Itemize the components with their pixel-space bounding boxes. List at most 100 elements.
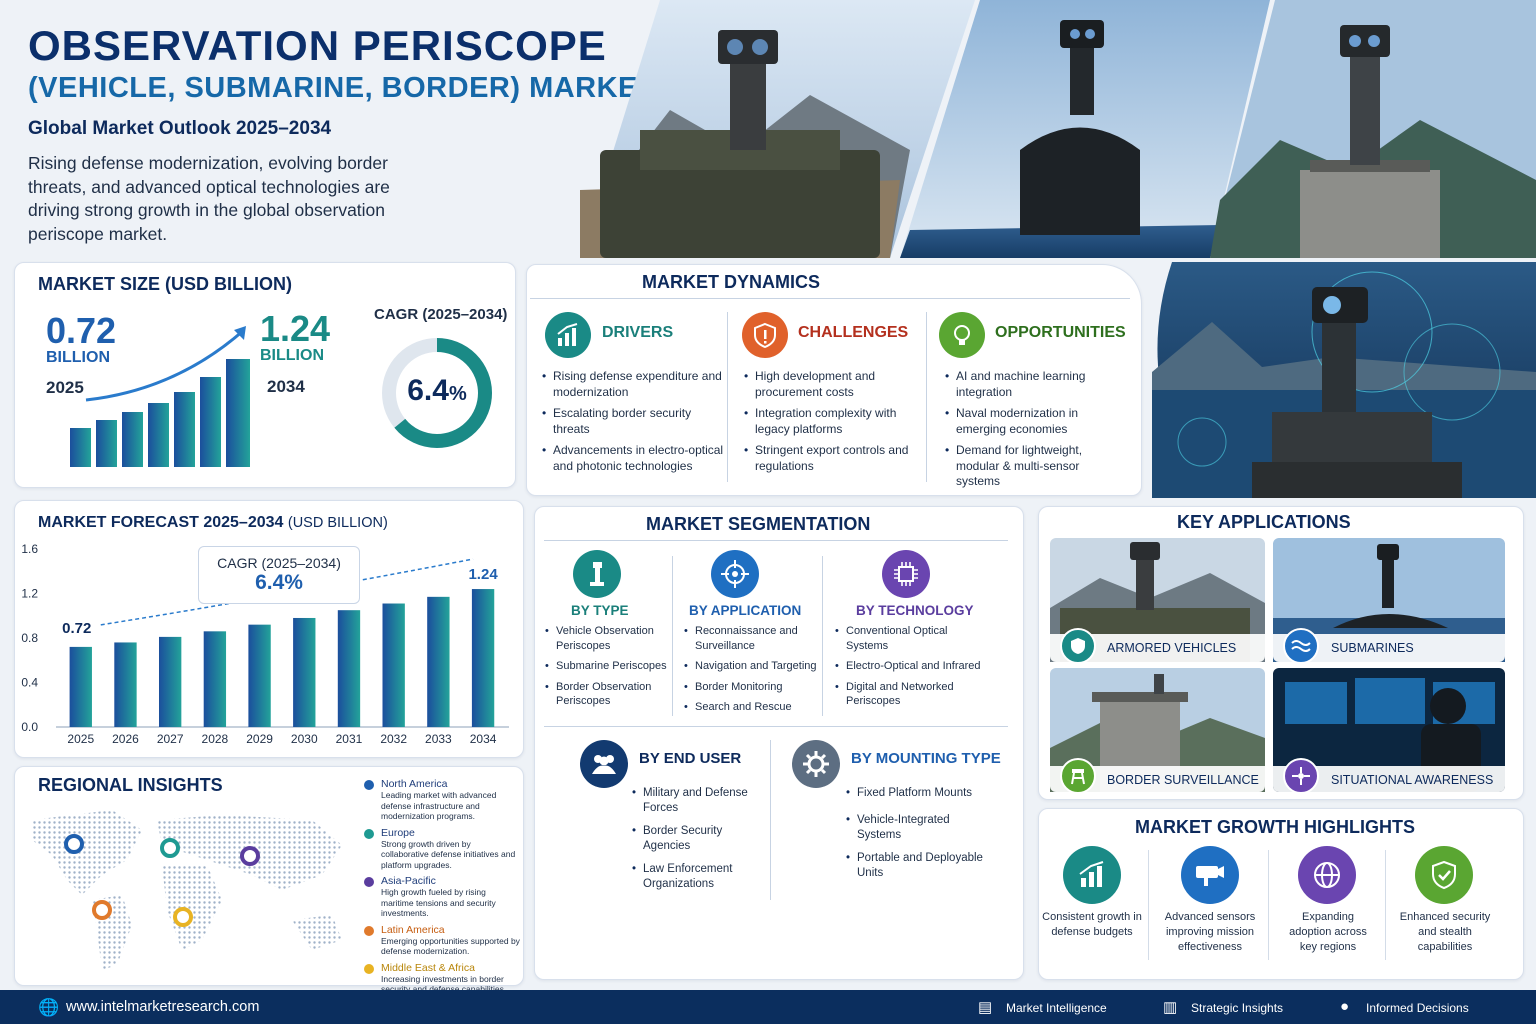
region-desc: Strong growth driven by collaborative de… [381, 838, 516, 870]
region-dot [364, 925, 374, 936]
list-item: Military and Defense Forces [630, 786, 765, 816]
list-item: Electro-Optical and Infrared [833, 659, 983, 674]
chart-bar [114, 642, 137, 727]
callout-label: CAGR (2025–2034) [217, 555, 341, 571]
end-value: 1.24 [260, 308, 331, 349]
highlight-text: Advanced sensors improving mission effec… [1164, 911, 1256, 953]
security-shield-icon [1415, 846, 1473, 904]
list-item: Border Security Agencies [630, 824, 765, 854]
applications-title: KEY APPLICATIONS [1177, 512, 1351, 532]
x-tick-label: 2030 [291, 732, 318, 746]
x-tick-label: 2032 [380, 732, 407, 746]
highlight-text: Consistent growth in defense budgets [1042, 911, 1142, 938]
regional-title: REGIONAL INSIGHTS [38, 775, 223, 795]
x-tick-label: 2027 [157, 732, 184, 746]
list-item: Vehicle-Integrated Systems [844, 813, 994, 843]
list-item: Advancements in electro-optical and phot… [540, 443, 725, 474]
highlight-text: Expanding adoption across key regions [1289, 911, 1367, 953]
by-end-user-title: BY END USER [639, 750, 742, 767]
tank-shield-icon [1060, 628, 1096, 664]
network-icon [1283, 758, 1319, 794]
by-type-list: Vehicle Observation Periscopes Submarine… [543, 624, 669, 715]
x-tick-label: 2031 [336, 732, 363, 746]
region-legend: North America Leading market with advance… [364, 778, 520, 1000]
footer-bar: 🌐 www.intelmarketresearch.com ▤ Market I… [0, 990, 1536, 1024]
chart-bar [69, 646, 92, 727]
list-item: Law Enforcement Organizations [630, 862, 765, 892]
region-dot [364, 828, 374, 839]
highlights-title: MARKET GROWTH HIGHLIGHTS [1135, 817, 1415, 837]
region-desc: Emerging opportunities supported by defe… [381, 935, 520, 957]
crosshair-icon [711, 550, 759, 598]
forecast-title-main: MARKET FORECAST 2025–2034 [38, 514, 284, 531]
region-markers [64, 834, 260, 927]
challenges-list: High development and procurement costs I… [742, 369, 917, 480]
list-item: Navigation and Targeting [682, 659, 822, 674]
region-desc: Leading market with advanced defense inf… [381, 790, 497, 821]
gear-icon [792, 740, 840, 788]
region-item: Latin America Emerging opportunities supp… [364, 924, 520, 957]
opportunities-list: AI and machine learning integration Nava… [943, 369, 1123, 496]
users-icon [580, 740, 628, 788]
region-dot [364, 877, 374, 887]
list-item: AI and machine learning integration [943, 369, 1123, 400]
intro-paragraph: Rising defense modernization, evolving b… [28, 153, 390, 244]
list-item: Escalating border security threats [540, 406, 725, 437]
y-tick-label: 1.2 [21, 587, 38, 601]
cagr-label: CAGR (2025–2034) [374, 306, 508, 323]
region-name: Asia-Pacific [381, 875, 436, 887]
periscope-hud-photo [1152, 262, 1536, 498]
cagr-value-wrap: 6.4% [380, 374, 494, 408]
chip-icon [882, 550, 930, 598]
chart-bar [471, 589, 495, 727]
camera-sensor-icon [1181, 846, 1239, 904]
by-end-user-list: Military and Defense Forces Border Secur… [630, 786, 765, 898]
end-unit: BILLION [260, 347, 324, 364]
chart-bar [382, 603, 405, 727]
forecast-title-unit: (USD BILLION) [287, 515, 388, 531]
footer-tag: Strategic Insights [1191, 1001, 1284, 1015]
end-year: 2034 [267, 377, 305, 396]
y-tick-label: 0.0 [21, 720, 38, 734]
periscope-icon [573, 550, 621, 598]
y-tick-label: 1.6 [21, 542, 38, 556]
region-name: Europe [381, 826, 415, 839]
mini-growth-bars [70, 326, 250, 467]
waves-icon [1283, 628, 1319, 664]
list-item: Rising defense expenditure and moderniza… [540, 369, 725, 400]
app-border-label: BORDER SURVEILLANCE [1107, 773, 1259, 787]
dynamics-title: MARKET DYNAMICS [642, 272, 820, 292]
bar-chart-icon: ▥ [1163, 999, 1178, 1016]
globe-icon [1298, 846, 1356, 904]
by-technology-title: BY TECHNOLOGY [856, 603, 974, 618]
region-desc: High growth fueled by rising maritime te… [381, 887, 496, 918]
y-tick-label: 0.8 [21, 631, 38, 645]
lightbulb-icon [939, 312, 985, 358]
by-technology-list: Conventional Optical Systems Electro-Opt… [833, 624, 983, 715]
forecast-title: MARKET FORECAST 2025–2034 (USD BILLION) [38, 514, 388, 532]
region-dot [364, 780, 374, 790]
outlook-subtitle: Global Market Outlook 2025–2034 [28, 118, 332, 139]
cagr-pct: % [448, 383, 467, 405]
data-label-last: 1.24 [468, 566, 498, 583]
tower-icon [1060, 758, 1096, 794]
x-tick-label: 2034 [470, 732, 497, 746]
list-item: High development and procurement costs [742, 369, 917, 400]
chart-bar [248, 624, 271, 727]
data-label-first: 0.72 [62, 620, 91, 637]
by-application-title: BY APPLICATION [689, 603, 802, 618]
page-subtitle-line: (VEHICLE, SUBMARINE, BORDER) MARKET [28, 72, 657, 104]
by-application-list: Reconnaissance and Surveillance Navigati… [682, 624, 822, 721]
list-item: Stringent export controls and regulation… [742, 443, 917, 474]
website-link[interactable]: www.intelmarketresearch.com [66, 999, 259, 1015]
list-item: Digital and Networked Periscopes [833, 680, 983, 709]
app-submarine-label: SUBMARINES [1331, 641, 1414, 655]
footer-tag: Informed Decisions [1366, 1001, 1469, 1015]
list-item: Vehicle Observation Periscopes [543, 624, 669, 653]
opportunities-title: OPPORTUNITIES [995, 324, 1126, 341]
chart-bar [427, 596, 450, 727]
callout-value: 6.4% [255, 571, 303, 594]
chart-bar [293, 617, 316, 727]
region-name: Middle East & Africa [381, 961, 475, 974]
region-item: North America Leading market with advance… [364, 778, 520, 822]
